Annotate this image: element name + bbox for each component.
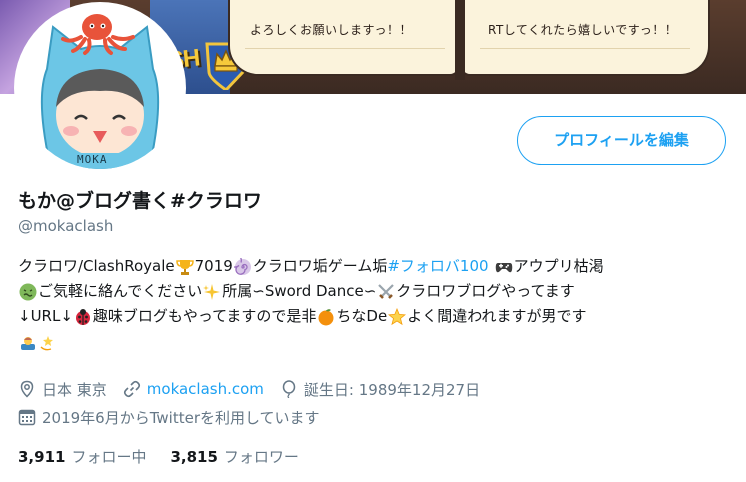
bio-line-2: ご気軽に絡んでください 所属∽Sword Dance∽ クラロワブログやってます [18, 279, 728, 304]
bio-text: クラロワ垢ゲーム垢 [252, 257, 388, 275]
profile-bio: クラロワ/ClashRoyale 7019 クラロワ垢ゲーム垢 #フォロバ100… [18, 254, 728, 354]
birthday-text: 誕生日: 1989年12月27日 [303, 380, 481, 399]
bio-text: 趣味ブログもやってますので是非 [92, 307, 317, 325]
game-controller-icon [495, 258, 513, 276]
url-item[interactable]: mokaclash.com [123, 380, 264, 398]
hashtag-link[interactable]: #フォロバ100 [387, 254, 488, 279]
avatar-image: MOKA [19, 7, 181, 169]
bio-text: 所属∽Sword Dance∽ [222, 282, 377, 300]
edit-profile-button[interactable]: プロフィールを編集 [517, 116, 726, 165]
avatar-badge-text: MOKA [77, 153, 108, 166]
joined-item: 2019年6月からTwitterを利用しています [18, 407, 320, 428]
location-item: 日本 東京 [18, 379, 107, 400]
orange-icon [317, 308, 335, 326]
balloon-icon [280, 380, 298, 398]
glowing-star-icon [388, 307, 407, 326]
birthday-item: 誕生日: 1989年12月27日 [280, 379, 480, 400]
nauseated-face-icon [19, 283, 37, 301]
bio-text: 7019 [194, 257, 233, 275]
book-right-text: RTしてくれたら嬉しいですっ！！ [488, 23, 678, 37]
ladybug-icon [74, 308, 92, 326]
profile-meta-row: 日本 東京 mokaclash.com 誕生日: 1989年12月27日 [18, 378, 496, 400]
bio-text: クラロワ/ClashRoyale [18, 257, 175, 275]
bio-text: クラロワブログやってます [396, 282, 575, 300]
following-stat[interactable]: 3,911 フォロー中 [18, 446, 146, 467]
followers-stat[interactable]: 3,815 フォロワー [170, 446, 298, 467]
bio-text: アウプリ枯渇 [513, 257, 604, 275]
joined-text: 2019年6月からTwitterを利用しています [42, 408, 320, 427]
avatar-illustration [19, 7, 181, 169]
sparkles-icon [203, 283, 221, 301]
bio-text: よく間違われますが男です [407, 307, 587, 325]
trophy-icon [175, 258, 194, 276]
crossed-swords-icon [377, 283, 395, 301]
profile-meta-row: 2019年6月からTwitterを利用しています [18, 406, 336, 428]
spiral-shell-icon [233, 257, 252, 276]
book-page-left [228, 0, 460, 76]
followers-label: フォロワー [223, 448, 299, 466]
display-name: もか@ブログ書く#クラロワ [18, 190, 262, 212]
bio-line-1: クラロワ/ClashRoyale 7019 クラロワ垢ゲーム垢 #フォロバ100… [18, 254, 728, 279]
book-left-text: よろしくお願いしますっ！！ [250, 23, 413, 37]
book-page-right [460, 0, 710, 76]
following-label: フォロー中 [71, 448, 147, 466]
bio-line-4 [18, 329, 728, 354]
following-count: 3,911 [18, 448, 66, 466]
screen-name: @mokaclash [18, 217, 114, 235]
dizzy-icon [39, 333, 57, 351]
calendar-icon [18, 408, 36, 426]
bio-text: ↓URL↓ [18, 307, 73, 325]
follow-stats: 3,911 フォロー中 3,815 フォロワー [18, 446, 323, 467]
profile-url-link[interactable]: mokaclash.com [147, 380, 264, 398]
page-line [245, 48, 445, 49]
book-spine [455, 0, 465, 80]
location-icon [18, 380, 36, 398]
bio-line-3: ↓URL↓ 趣味ブログもやってますので是非 ちなDe よく間違われますが男です [18, 304, 728, 329]
avatar[interactable]: MOKA [14, 2, 186, 174]
page-line [480, 48, 690, 49]
location-text: 日本 東京 [42, 380, 107, 399]
link-icon [123, 380, 141, 398]
person-bowing-icon [19, 333, 37, 351]
bio-text: ちなDe [336, 307, 388, 325]
followers-count: 3,815 [170, 448, 218, 466]
bio-text: ご気軽に絡んでください [38, 282, 203, 300]
